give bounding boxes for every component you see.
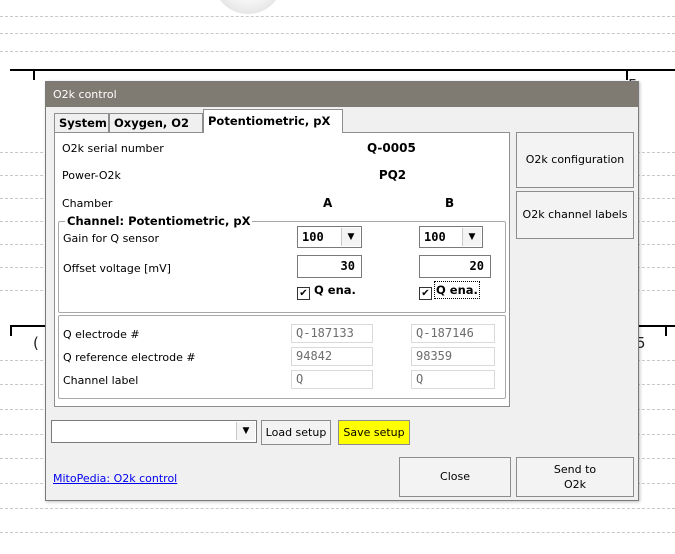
grid-line bbox=[0, 33, 675, 34]
q-reference-electrode-label: Q reference electrode # bbox=[63, 351, 196, 364]
grid-line bbox=[0, 532, 675, 533]
chamber-b-header: B bbox=[445, 196, 455, 210]
electrodes-group: Q electrode # Q-187133 Q-187146 Q refere… bbox=[58, 315, 506, 399]
offset-b-input[interactable]: 20 bbox=[419, 255, 491, 278]
serial-number-value: Q-0005 bbox=[367, 141, 416, 155]
gain-a-select[interactable]: 100 ▼ bbox=[297, 226, 362, 248]
grid-line bbox=[0, 51, 675, 52]
potentiometric-panel: O2k serial number Q-0005 Power-O2k PQ2 C… bbox=[54, 132, 510, 407]
chevron-down-icon[interactable]: ▼ bbox=[341, 228, 360, 246]
save-setup-button[interactable]: Save setup bbox=[338, 420, 410, 445]
send-to-o2k-label-line2: O2k bbox=[563, 478, 587, 491]
q-enable-b-label: Q ena. bbox=[434, 281, 480, 299]
q-enable-b-checkbox[interactable]: ✔ Q ena. bbox=[419, 281, 480, 300]
q-electrode-b-field[interactable]: Q-187146 bbox=[411, 324, 495, 343]
serial-number-label: O2k serial number bbox=[62, 142, 164, 155]
load-setup-button[interactable]: Load setup bbox=[261, 420, 331, 445]
axis-tick bbox=[10, 326, 12, 336]
checkmark-icon: ✔ bbox=[419, 287, 432, 300]
axis-tick-label: ( bbox=[33, 334, 39, 352]
dialog-titlebar[interactable]: O2k control bbox=[46, 82, 638, 107]
offset-voltage-label: Offset voltage [mV] bbox=[63, 262, 171, 275]
gain-b-value: 100 bbox=[424, 230, 446, 244]
mitopedia-link[interactable]: MitoPedia: O2k control bbox=[53, 472, 177, 485]
grid-line bbox=[0, 508, 675, 509]
channel-potentiometric-group: Channel: Potentiometric, pX Gain for Q s… bbox=[58, 214, 506, 313]
gain-label: Gain for Q sensor bbox=[63, 232, 160, 245]
checkmark-icon: ✔ bbox=[297, 287, 310, 300]
channel-group-title: Channel: Potentiometric, pX bbox=[65, 214, 253, 228]
offset-a-input[interactable]: 30 bbox=[297, 255, 362, 278]
close-button[interactable]: Close bbox=[399, 457, 511, 497]
power-o2k-label: Power-O2k bbox=[62, 169, 121, 182]
o2k-control-dialog: O2k control System Oxygen, O2 Potentiome… bbox=[45, 81, 639, 501]
chamber-label: Chamber bbox=[62, 197, 113, 210]
q-reference-b-field[interactable]: 98359 bbox=[411, 347, 495, 366]
tab-potentiometric[interactable]: Potentiometric, pX bbox=[203, 109, 343, 133]
gain-a-value: 100 bbox=[302, 230, 324, 244]
send-to-o2k-button[interactable]: Send to O2k bbox=[516, 457, 634, 497]
chamber-a-header: A bbox=[323, 196, 333, 210]
plot-axis-top bbox=[10, 69, 675, 71]
tab-system[interactable]: System bbox=[54, 113, 109, 132]
plot-marker-blob bbox=[213, 0, 283, 14]
setup-select[interactable]: ▼ bbox=[51, 420, 257, 443]
grid-line bbox=[0, 16, 675, 17]
send-to-o2k-label-line1: Send to bbox=[553, 463, 597, 476]
channel-label-label: Channel label bbox=[63, 374, 139, 387]
q-reference-a-field[interactable]: 94842 bbox=[291, 347, 373, 366]
q-enable-a-checkbox[interactable]: ✔ Q ena. bbox=[297, 283, 356, 300]
gain-b-select[interactable]: 100 ▼ bbox=[419, 226, 483, 248]
axis-tick bbox=[33, 70, 35, 80]
chevron-down-icon[interactable]: ▼ bbox=[462, 228, 481, 246]
o2k-configuration-button[interactable]: O2k configuration bbox=[516, 132, 634, 188]
axis-tick bbox=[665, 326, 667, 336]
o2k-channel-labels-button[interactable]: O2k channel labels bbox=[516, 191, 634, 239]
q-enable-a-label: Q ena. bbox=[314, 283, 356, 297]
power-o2k-value: PQ2 bbox=[365, 168, 420, 182]
channel-label-b-field[interactable]: Q bbox=[411, 370, 495, 389]
tab-oxygen[interactable]: Oxygen, O2 bbox=[109, 113, 203, 132]
q-electrode-a-field[interactable]: Q-187133 bbox=[291, 324, 373, 343]
channel-label-a-field[interactable]: Q bbox=[291, 370, 373, 389]
chevron-down-icon[interactable]: ▼ bbox=[236, 422, 255, 440]
dialog-title: O2k control bbox=[53, 88, 117, 101]
q-electrode-label: Q electrode # bbox=[63, 328, 140, 341]
